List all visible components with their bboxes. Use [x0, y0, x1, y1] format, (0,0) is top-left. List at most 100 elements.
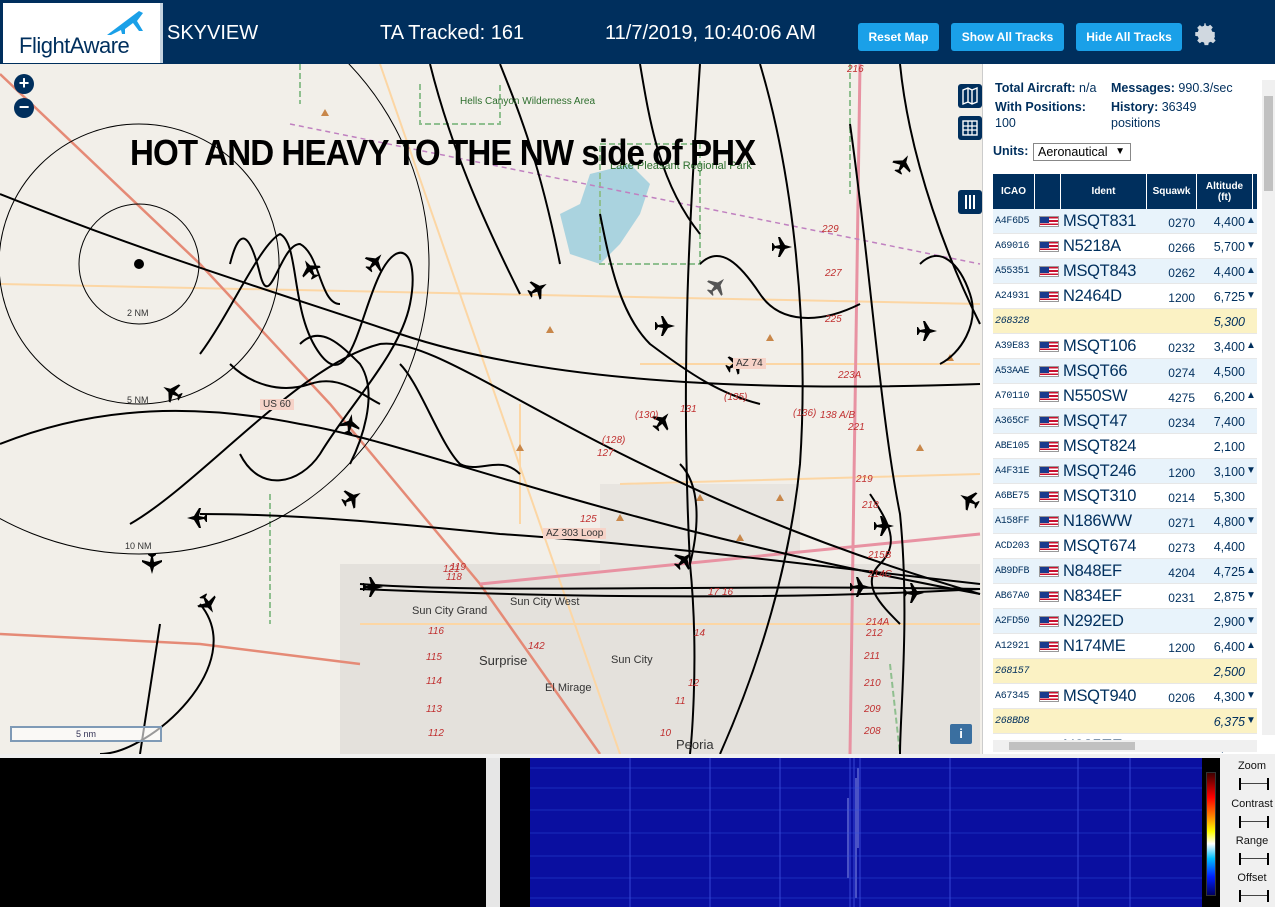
us-flag-icon	[1039, 366, 1059, 377]
road-131: 131	[680, 404, 697, 415]
offset-slider[interactable]	[1239, 890, 1269, 902]
table-row[interactable]: A158FF N186WW 0271 4,800 ▼	[993, 509, 1257, 534]
altitude-cell: 7,400	[1213, 415, 1245, 429]
waterfall-display	[500, 758, 1220, 907]
table-row[interactable]: AB67A0 N834EF 0231 2,875 ▼	[993, 584, 1257, 609]
show-all-tracks-button[interactable]: Show All Tracks	[951, 23, 1064, 51]
ident-cell: N2464D	[1063, 287, 1122, 305]
us-flag-icon	[1039, 241, 1059, 252]
range-slider[interactable]	[1239, 853, 1269, 865]
table-row[interactable]: A39E83 MSQT106 0232 3,400 ▲	[993, 334, 1257, 359]
us-flag-icon	[1039, 416, 1059, 427]
ident-cell: MSQT824	[1063, 437, 1137, 455]
table-row[interactable]: A12921 N174ME 1200 6,400 ▲	[993, 634, 1257, 659]
col-icao[interactable]: ICAO	[993, 174, 1035, 209]
tracked-count: TA Tracked: 161	[380, 22, 525, 44]
squawk-cell: 0270	[1168, 216, 1195, 230]
table-row[interactable]: A69016 N5218A 0266 5,700 ▼	[993, 234, 1257, 259]
road-az303: AZ 303 Loop	[543, 528, 607, 539]
zoom-out-button[interactable]: −	[14, 98, 34, 118]
gear-icon[interactable]	[1192, 21, 1218, 47]
map-view[interactable]: Hells Canyon Wilderness Area Lake Pleasa…	[0, 64, 982, 754]
col-ident[interactable]: Ident	[1061, 174, 1147, 209]
road-215b: 215B	[868, 550, 892, 561]
zoom-in-button[interactable]: +	[14, 74, 34, 94]
table-row[interactable]: 268328 5,300	[993, 309, 1257, 334]
road-225: 225	[825, 314, 842, 325]
scale-bar: 5 nm	[10, 726, 162, 742]
squawk-cell: 4275	[1168, 391, 1195, 405]
units-label: Units:	[993, 144, 1029, 158]
columns-toggle-button[interactable]	[958, 190, 982, 214]
horizontal-scrollbar[interactable]	[993, 740, 1257, 752]
altitude-trend-icon: ▼	[1246, 590, 1256, 601]
table-row[interactable]: ABE105 MSQT824 2,100	[993, 434, 1257, 459]
table-row[interactable]: 268157 2,500	[993, 659, 1257, 684]
flightaware-logo[interactable]: FlightAware	[3, 3, 163, 63]
road-229: 229	[822, 224, 839, 235]
altitude-trend-icon: ▼	[1246, 240, 1256, 251]
scroll-thumb[interactable]	[1264, 96, 1273, 191]
altitude-cell: 5,300	[1213, 315, 1245, 329]
road-116: 116	[428, 626, 444, 637]
hide-all-tracks-button[interactable]: Hide All Tracks	[1076, 23, 1182, 51]
table-row[interactable]: 268BD8 6,375 ▼	[993, 709, 1257, 734]
col-squawk[interactable]: Squawk	[1147, 174, 1197, 209]
table-row[interactable]: A4F6D5 MSQT831 0270 4,400 ▲	[993, 209, 1257, 234]
table-row[interactable]: A2FD50 N292ED 2,900 ▼	[993, 609, 1257, 634]
panel-divider[interactable]	[486, 758, 500, 907]
table-row[interactable]: A53AAE MSQT66 0274 4,500	[993, 359, 1257, 384]
waterfall-controls: Zoom Contrast Range Offset	[1226, 758, 1275, 907]
table-row[interactable]: A24931 N2464D 1200 6,725 ▼	[993, 284, 1257, 309]
us-flag-icon	[1039, 566, 1059, 577]
units-select[interactable]: Aeronautical ▼	[1033, 143, 1131, 161]
range-ring-10nm: 10 NM	[125, 541, 152, 551]
table-header: ICAO Ident Squawk Altitude (ft)	[993, 174, 1257, 209]
col-flag[interactable]	[1035, 174, 1061, 209]
aircraft-sidebar: Total Aircraft: n/a Messages: 990.3/sec …	[982, 64, 1275, 754]
altitude-cell: 2,875	[1213, 590, 1245, 604]
map-layer-button[interactable]	[958, 84, 982, 108]
table-row[interactable]: A6BE75 MSQT310 0214 5,300	[993, 484, 1257, 509]
table-row[interactable]: A4F31E MSQT246 1200 3,100 ▼	[993, 459, 1257, 484]
road-214c: 214C	[868, 569, 892, 580]
road-227: 227	[825, 268, 842, 279]
contrast-slider[interactable]	[1239, 816, 1269, 828]
grid-toggle-button[interactable]	[958, 116, 982, 140]
history-unit: positions	[1111, 116, 1161, 130]
road-135: (135)	[724, 392, 748, 403]
altitude-cell: 4,725	[1213, 565, 1245, 579]
vertical-scrollbar[interactable]	[1262, 80, 1275, 735]
table-row[interactable]: A70110 N550SW 4275 6,200 ▲	[993, 384, 1257, 409]
altitude-cell: 6,375	[1213, 715, 1245, 729]
squawk-cell: 0266	[1168, 241, 1195, 255]
road-11: 11	[675, 696, 686, 707]
icao-cell: A24931	[995, 291, 1030, 302]
road-127: 127	[597, 448, 614, 459]
total-aircraft: Total Aircraft: n/a	[995, 80, 1096, 96]
scroll-thumb[interactable]	[1009, 742, 1135, 750]
icao-cell: A69016	[995, 241, 1030, 252]
us-flag-icon	[1039, 216, 1059, 227]
table-row[interactable]: A67345 MSQT940 0206 4,300 ▼	[993, 684, 1257, 709]
table-row[interactable]: ACD203 MSQT674 0273 4,400	[993, 534, 1257, 559]
spectrum-panel	[0, 758, 486, 907]
color-scale-bar	[1206, 772, 1216, 896]
total-aircraft-label: Total Aircraft:	[995, 81, 1076, 95]
col-altitude[interactable]: Altitude (ft)	[1197, 174, 1253, 209]
aircraft-table-body: A4F6D5 MSQT831 0270 4,400 ▲ A69016 N5218A 0266 5…	[993, 209, 1257, 754]
icao-cell: A158FF	[995, 516, 1030, 527]
table-row[interactable]: A55351 MSQT843 0262 4,400 ▲	[993, 259, 1257, 284]
table-row[interactable]: AB9DFB N848EF 4204 4,725 ▲	[993, 559, 1257, 584]
table-row[interactable]: A365CF MSQT47 0234 7,400	[993, 409, 1257, 434]
info-button[interactable]: i	[950, 724, 972, 744]
with-positions-value: 100	[995, 116, 1016, 130]
altitude-trend-icon: ▼	[1246, 515, 1256, 526]
range-ring-5nm: 5 NM	[127, 395, 149, 405]
icao-cell: A55351	[995, 266, 1030, 277]
place-sun-city-west: Sun City West	[510, 596, 580, 608]
reset-map-button[interactable]: Reset Map	[858, 23, 939, 51]
squawk-cell: 0234	[1168, 416, 1195, 430]
zoom-slider[interactable]	[1239, 778, 1269, 790]
road-209: 209	[864, 704, 881, 715]
